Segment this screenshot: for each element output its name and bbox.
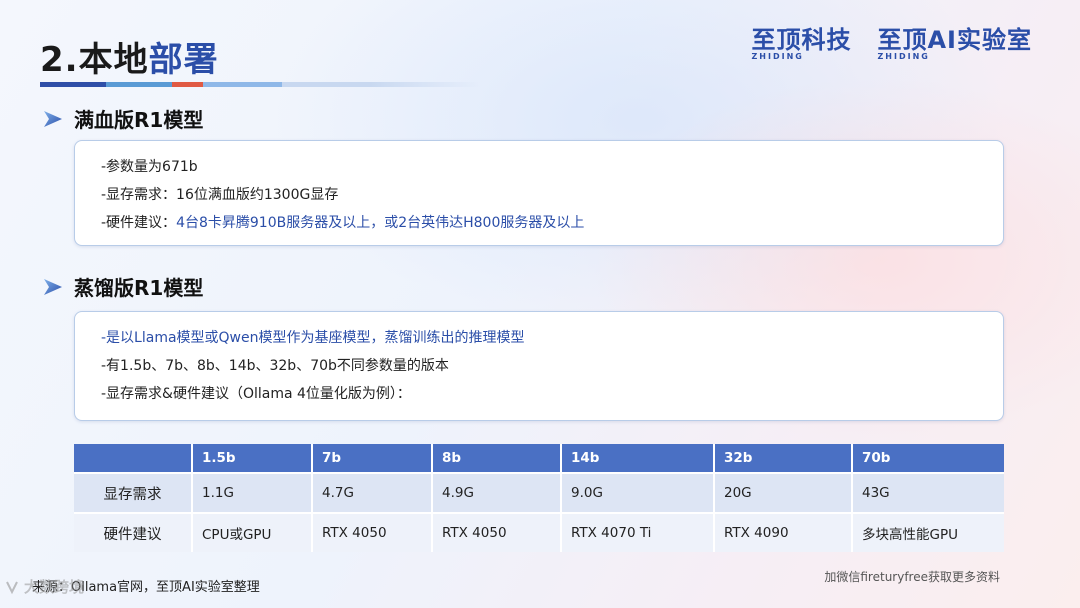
full-model-info-box: -参数量为671b -显存需求：16位满血版约1300G显存 -硬件建议：4台8…	[74, 140, 1004, 246]
hardware-suggestion-prefix: -硬件建议：	[101, 215, 177, 231]
title-accent: 部署	[148, 40, 219, 80]
table-cell: 1.1G	[191, 472, 312, 513]
hardware-suggestion-line: -硬件建议：4台8卡昇腾910B服务器及以上，或2台英伟达H800服务器及以上	[101, 209, 1003, 237]
table-row: 硬件建议 CPU或GPU RTX 4050 RTX 4050 RTX 4070 …	[74, 512, 1004, 552]
logo-sub-text: ZHIDING	[751, 52, 804, 61]
watermark: 大数跨境	[4, 576, 84, 597]
section-heading-text: 满血版R1模型	[74, 108, 204, 132]
vram-requirement-line: -显存需求：16位满血版约1300G显存	[101, 187, 339, 203]
table-header-cell	[74, 444, 192, 473]
logo-zhiding-ai-lab: 至顶AI实验室 ZHIDING	[877, 26, 1032, 61]
row-label: 显存需求	[74, 472, 192, 513]
base-model-line: -是以Llama模型或Qwen模型作为基座模型，蒸馏训练出的推理模型	[101, 330, 525, 346]
distilled-model-info-box: -是以Llama模型或Qwen模型作为基座模型，蒸馏训练出的推理模型 -有1.5…	[74, 311, 1004, 421]
logo-group: 至顶科技 ZHIDING 至顶AI实验室 ZHIDING	[751, 26, 1032, 61]
requirements-intro-line: -显存需求&硬件建议（Ollama 4位量化版为例）：	[101, 386, 411, 402]
param-count-line: -参数量为671b	[101, 159, 198, 175]
logo-main-text: 至顶AI实验室	[877, 26, 1032, 54]
section-heading-full-model: 满血版R1模型	[42, 104, 203, 133]
table-cell: 43G	[851, 472, 1004, 513]
logo-zhiding-tech: 至顶科技 ZHIDING	[751, 26, 851, 61]
table-cell: CPU或GPU	[191, 512, 312, 552]
wechat-note: 加微信fireturyfree获取更多资料	[824, 570, 1000, 584]
table-cell: RTX 4050	[311, 512, 432, 552]
table-header-row: 1.5b 7b 8b 14b 32b 70b	[74, 444, 1004, 473]
hardware-suggestion-value: 4台8卡昇腾910B服务器及以上，或2台英伟达H800服务器及以上	[176, 215, 585, 231]
slide-title: 2.本地部署	[40, 32, 219, 81]
table-header-cell: 1.5b	[191, 444, 312, 473]
section-heading-text: 蒸馏版R1模型	[74, 276, 204, 300]
logo-sub-text: ZHIDING	[877, 52, 930, 61]
watermark-logo-icon	[6, 581, 18, 594]
table-header-cell: 70b	[851, 444, 1004, 473]
table-header-cell: 7b	[311, 444, 432, 473]
table-header-cell: 32b	[713, 444, 852, 473]
hardware-spec-table: 1.5b 7b 8b 14b 32b 70b 显存需求 1.1G 4.7G 4.…	[74, 444, 1004, 552]
table-cell: 4.9G	[431, 472, 561, 513]
table-row: 显存需求 1.1G 4.7G 4.9G 9.0G 20G 43G	[74, 472, 1004, 513]
table-cell: 9.0G	[560, 472, 714, 513]
triangle-bullet-icon	[44, 110, 62, 127]
table-cell: 4.7G	[311, 472, 432, 513]
table-cell: RTX 4070 Ti	[560, 512, 714, 552]
table-header-cell: 14b	[560, 444, 714, 473]
table-cell: RTX 4050	[431, 512, 561, 552]
row-label: 硬件建议	[74, 512, 192, 552]
triangle-bullet-icon	[44, 278, 62, 295]
logo-main-text: 至顶科技	[751, 26, 852, 54]
table-cell: RTX 4090	[713, 512, 852, 552]
watermark-text: 大数跨境	[24, 578, 85, 596]
table-header-cell: 8b	[431, 444, 561, 473]
title-prefix: 2.本地	[40, 40, 149, 80]
section-heading-distilled-model: 蒸馏版R1模型	[42, 272, 203, 301]
table-cell: 20G	[713, 472, 852, 513]
versions-line: -有1.5b、7b、8b、14b、32b、70b不同参数量的版本	[101, 358, 449, 374]
title-underline-bar	[40, 82, 480, 87]
table-cell: 多块高性能GPU	[851, 512, 1004, 552]
